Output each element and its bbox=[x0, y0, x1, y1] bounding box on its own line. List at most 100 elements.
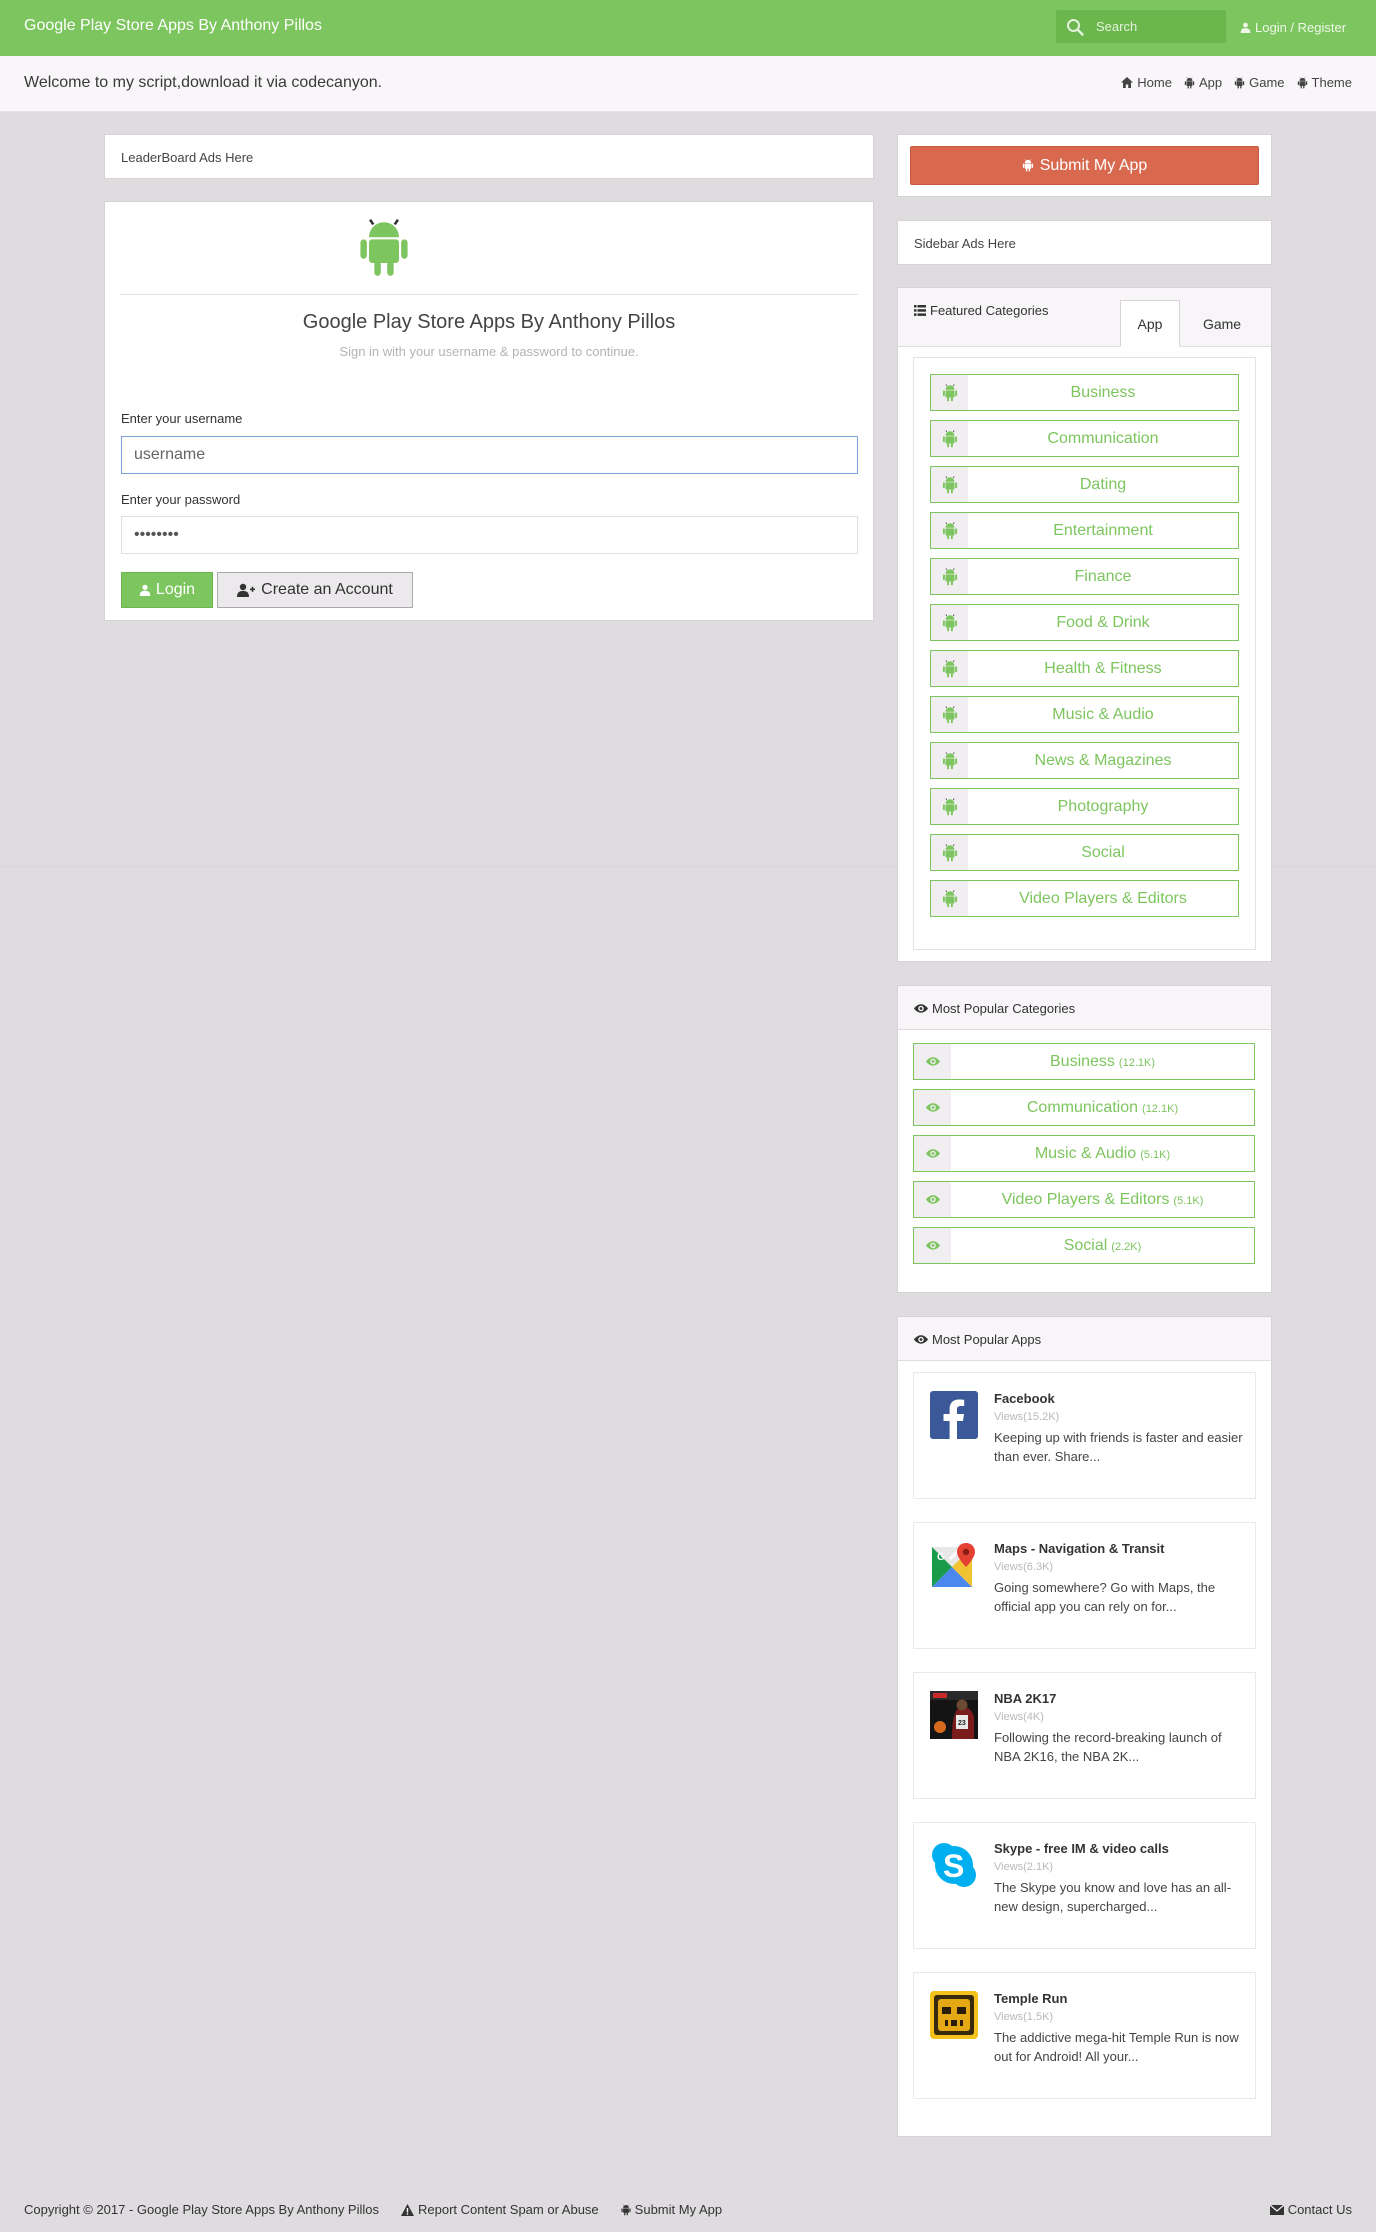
search-box[interactable] bbox=[1056, 10, 1226, 43]
footer-submit-label: Submit My App bbox=[634, 2202, 723, 2217]
featured-category-button[interactable]: Health & Fitness bbox=[930, 650, 1239, 687]
app-views: Views(6.3K) bbox=[994, 1561, 1054, 1573]
nav-home[interactable]: Home bbox=[1121, 75, 1172, 90]
featured-category-button[interactable]: Video Players & Editors bbox=[930, 880, 1239, 917]
site-brand[interactable]: Google Play Store Apps By Anthony Pillos bbox=[24, 17, 322, 35]
app-card[interactable]: Temple Run Views(1.5K) The addictive meg… bbox=[913, 1972, 1256, 2099]
app-card[interactable]: S Skype - free IM & video calls Views(2.… bbox=[913, 1822, 1256, 1949]
footer-report-label: Report Content Spam or Abuse bbox=[418, 2202, 599, 2217]
nav-app[interactable]: App bbox=[1184, 75, 1222, 90]
footer-report-link[interactable]: Report Content Spam or Abuse bbox=[401, 2202, 599, 2217]
popular-category-text: Social (2.2K) bbox=[951, 1228, 1254, 1263]
user-icon bbox=[1240, 22, 1251, 33]
popular-apps-heading-label: Most Popular Apps bbox=[932, 1332, 1042, 1347]
svg-text:G: G bbox=[937, 1552, 945, 1563]
featured-category-button[interactable]: Dating bbox=[930, 466, 1239, 503]
android-icon bbox=[942, 844, 958, 862]
android-icon bbox=[1022, 159, 1034, 172]
popular-categories-heading-text: Most Popular Categories bbox=[914, 1001, 1075, 1016]
android-icon bbox=[942, 706, 958, 724]
app-description: Following the record-breaking launch of … bbox=[994, 1730, 1222, 1764]
featured-category-label: Food & Drink bbox=[1056, 613, 1150, 631]
android-icon bbox=[942, 890, 958, 908]
popular-category-button[interactable]: Video Players & Editors (5.1K) bbox=[913, 1181, 1255, 1218]
featured-category-button[interactable]: Music & Audio bbox=[930, 696, 1239, 733]
eye-icon-box bbox=[914, 1044, 951, 1079]
app-name[interactable]: NBA 2K17 bbox=[994, 1691, 1056, 1706]
app-card[interactable]: Facebook Views(15.2K) Keeping up with fr… bbox=[913, 1372, 1256, 1499]
app-card[interactable]: 23 NBA 2K17 Views(4K) Following the reco… bbox=[913, 1672, 1256, 1799]
nav-theme-label: Theme bbox=[1311, 75, 1352, 90]
android-icon bbox=[942, 798, 958, 816]
popular-category-label: Music & Audio bbox=[1034, 1144, 1137, 1162]
featured-category-button[interactable]: Finance bbox=[930, 558, 1239, 595]
envelope-icon bbox=[1269, 2204, 1284, 2215]
featured-category-button[interactable]: News & Magazines bbox=[930, 742, 1239, 779]
android-icon-box bbox=[931, 605, 968, 640]
search-icon bbox=[1067, 19, 1084, 36]
popular-category-button[interactable]: Social (2.2K) bbox=[913, 1227, 1255, 1264]
popular-category-button[interactable]: Business (12.1K) bbox=[913, 1043, 1255, 1080]
welcome-bar: Welcome to my script,download it via cod… bbox=[0, 56, 1376, 112]
android-icon-box bbox=[931, 789, 968, 824]
android-icon bbox=[942, 752, 958, 770]
app-name[interactable]: Skype - free IM & video calls bbox=[994, 1841, 1169, 1856]
featured-category-button[interactable]: Communication bbox=[930, 420, 1239, 457]
popular-category-label: Video Players & Editors bbox=[1001, 1190, 1170, 1208]
password-input[interactable] bbox=[121, 516, 858, 554]
eye-icon bbox=[914, 1335, 928, 1344]
app-description: Keeping up with friends is faster and ea… bbox=[994, 1430, 1243, 1464]
featured-category-button[interactable]: Photography bbox=[930, 788, 1239, 825]
sidebar-ads: Sidebar Ads Here bbox=[897, 220, 1272, 265]
app-card[interactable]: G Maps - Navigation & Transit Views(6.3K… bbox=[913, 1522, 1256, 1649]
warning-icon bbox=[401, 2203, 414, 2216]
nav-game[interactable]: Game bbox=[1234, 75, 1285, 90]
nav-home-label: Home bbox=[1137, 75, 1172, 90]
android-icon bbox=[942, 614, 958, 632]
app-name[interactable]: Temple Run bbox=[994, 1991, 1067, 2006]
featured-category-button[interactable]: Food & Drink bbox=[930, 604, 1239, 641]
popular-category-count: (2.2K) bbox=[1111, 1241, 1142, 1253]
app-views: Views(15.2K) bbox=[994, 1411, 1060, 1423]
nav-theme[interactable]: Theme bbox=[1297, 75, 1352, 90]
welcome-text: Welcome to my script,download it via cod… bbox=[24, 74, 383, 91]
login-button[interactable]: Login bbox=[121, 572, 213, 608]
tab-app[interactable]: App bbox=[1120, 300, 1180, 347]
app-description: The addictive mega-hit Temple Run is now… bbox=[994, 2030, 1239, 2064]
submit-my-app-button[interactable]: Submit My App bbox=[910, 146, 1259, 185]
eye-icon bbox=[926, 1195, 940, 1204]
create-account-button[interactable]: Create an Account bbox=[217, 572, 413, 608]
featured-category-button[interactable]: Social bbox=[930, 834, 1239, 871]
login-register-label: Login / Register bbox=[1255, 20, 1347, 35]
android-icon bbox=[1184, 77, 1195, 89]
app-name[interactable]: Facebook bbox=[994, 1391, 1055, 1406]
popular-apps-heading: Most Popular Apps bbox=[898, 1317, 1271, 1361]
featured-category-button[interactable]: Business bbox=[930, 374, 1239, 411]
app-name[interactable]: Maps - Navigation & Transit bbox=[994, 1541, 1164, 1556]
popular-category-button[interactable]: Communication (12.1K) bbox=[913, 1089, 1255, 1126]
android-icon-box bbox=[931, 835, 968, 870]
popular-category-button[interactable]: Music & Audio (5.1K) bbox=[913, 1135, 1255, 1172]
featured-category-label: Finance bbox=[1074, 567, 1132, 585]
secondary-nav: Home App Game Theme bbox=[1121, 75, 1352, 90]
popular-category-text: Music & Audio (5.1K) bbox=[951, 1136, 1254, 1171]
featured-category-button[interactable]: Entertainment bbox=[930, 512, 1239, 549]
android-icon bbox=[942, 384, 958, 402]
search-input[interactable] bbox=[1096, 16, 1216, 37]
footer-submit-link[interactable]: Submit My App bbox=[621, 2202, 722, 2217]
login-register-link[interactable]: Login / Register bbox=[1240, 20, 1346, 35]
android-icon bbox=[621, 2204, 631, 2216]
android-icon bbox=[942, 476, 958, 494]
popular-category-count: (12.1K) bbox=[1142, 1103, 1179, 1115]
footer-contact-link[interactable]: Contact Us bbox=[1269, 2202, 1352, 2217]
top-navbar: Google Play Store Apps By Anthony Pillos… bbox=[0, 0, 1376, 56]
tab-game[interactable]: Game bbox=[1186, 300, 1258, 347]
skype-icon: S bbox=[932, 1843, 976, 1887]
eye-icon bbox=[926, 1241, 940, 1250]
username-input[interactable] bbox=[121, 436, 858, 474]
svg-text:S: S bbox=[943, 1848, 964, 1884]
featured-category-label: Photography bbox=[1057, 797, 1149, 815]
user-plus-icon bbox=[237, 583, 256, 597]
android-icon-box bbox=[931, 651, 968, 686]
sidebar-ads-text: Sidebar Ads Here bbox=[914, 236, 1016, 251]
